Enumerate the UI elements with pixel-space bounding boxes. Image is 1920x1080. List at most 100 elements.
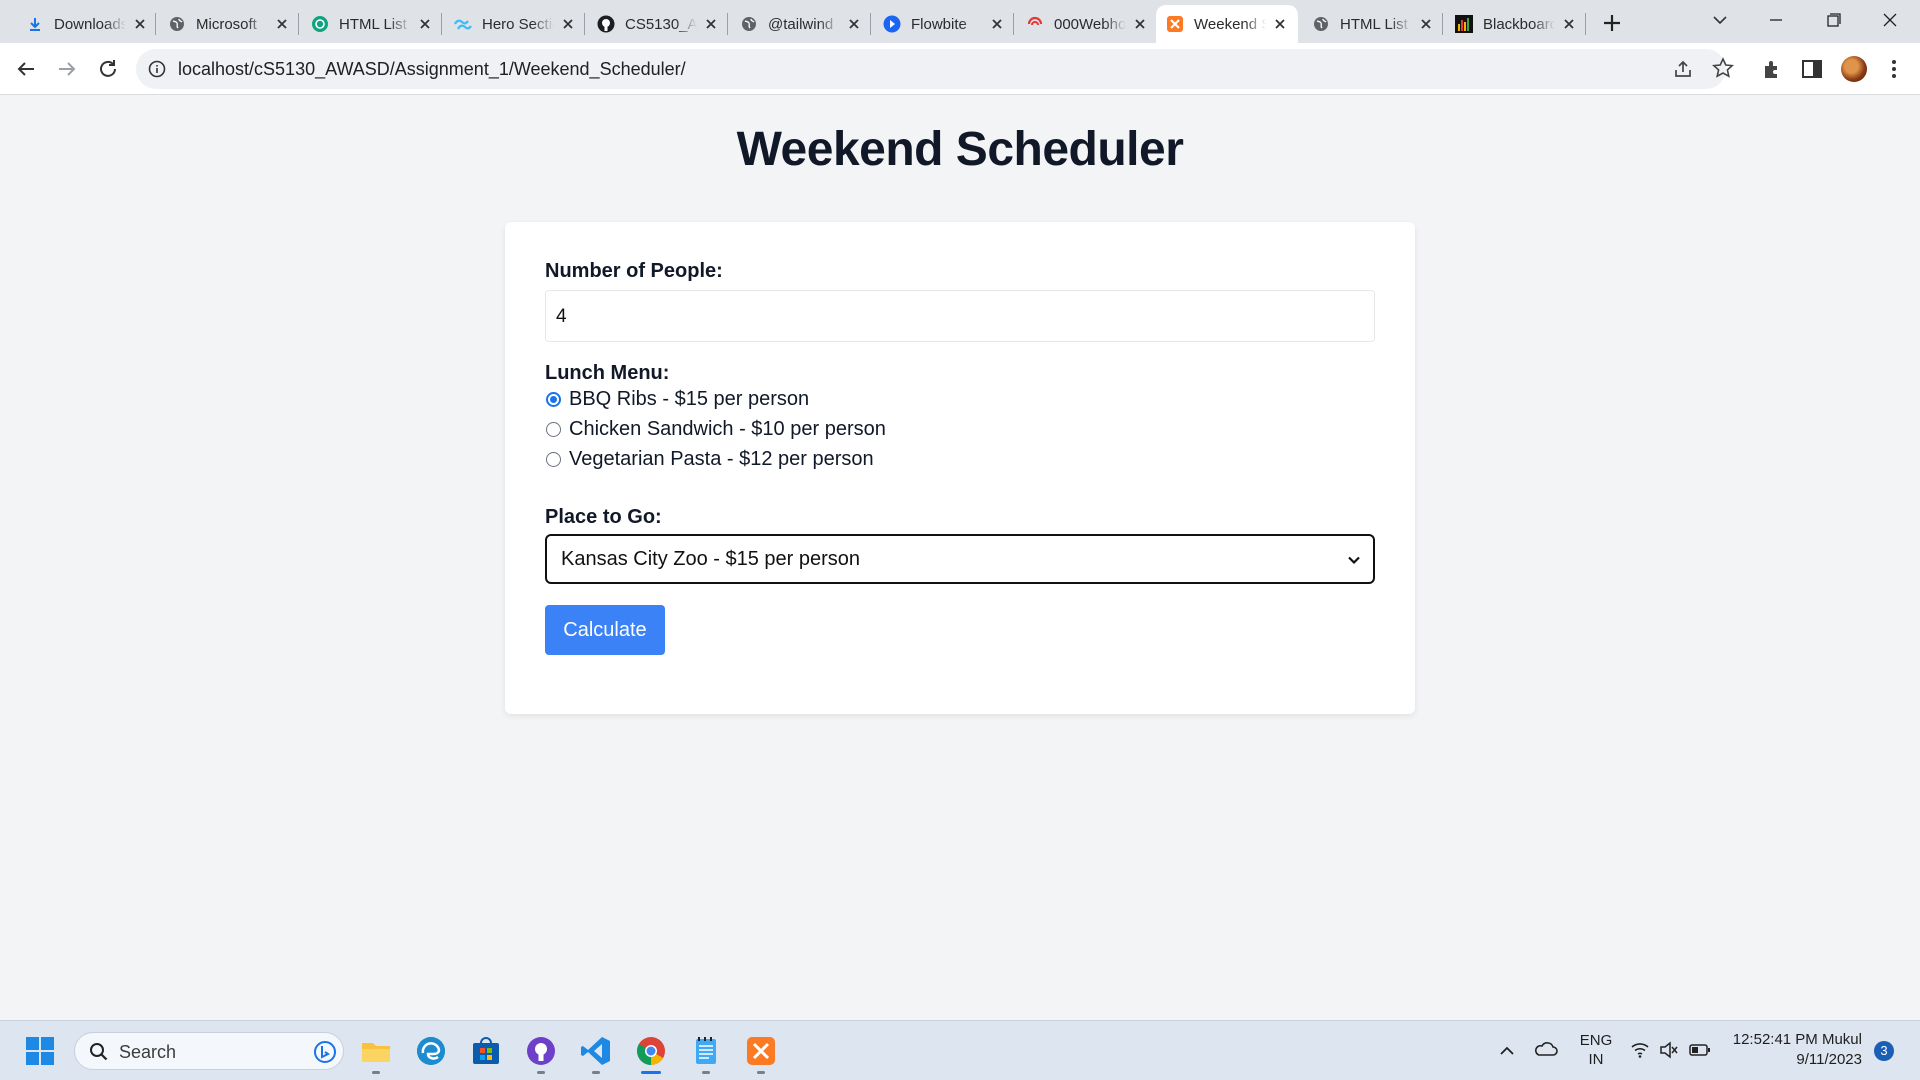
number-of-people-input[interactable]: 4 (545, 290, 1375, 342)
language-code: ENG (1579, 1032, 1613, 1049)
close-tab-icon[interactable] (417, 16, 433, 32)
close-tab-icon[interactable] (703, 16, 719, 32)
volume-muted-icon[interactable] (1659, 1041, 1679, 1059)
tab-title: Downloads (54, 15, 126, 33)
globe-icon (168, 15, 186, 33)
tab-weekend-scheduler[interactable]: Weekend Scheduler (1156, 5, 1298, 43)
tab-title: 000Webhost (1054, 15, 1126, 33)
onedrive-cloud-icon[interactable] (1534, 1039, 1558, 1059)
tab-tailwind[interactable]: @tailwind (730, 5, 872, 43)
address-bar[interactable]: localhost/cS5130_AWASD/Assignment_1/Week… (136, 49, 1734, 89)
close-tab-icon[interactable] (1132, 16, 1148, 32)
page-viewport: Weekend Scheduler Number of People: 4 Lu… (0, 96, 1920, 1020)
flowbite-icon (883, 15, 901, 33)
close-tab-icon[interactable] (274, 16, 290, 32)
radio-bbq-ribs[interactable] (546, 391, 561, 407)
taskbar-search[interactable]: Search (74, 1032, 344, 1070)
radio-vegetarian-pasta[interactable] (546, 451, 561, 467)
more-menu-icon[interactable] (1882, 57, 1906, 81)
tab-separator (441, 13, 442, 35)
share-icon[interactable] (1672, 58, 1694, 80)
chevron-down-icon (1348, 556, 1360, 565)
reload-icon[interactable] (96, 57, 120, 81)
tab-title: CS5130_AWASD (625, 15, 697, 33)
new-tab-icon[interactable] (1598, 9, 1626, 37)
tab-blackboard[interactable]: Blackboard (1445, 5, 1587, 43)
profile-avatar[interactable] (1841, 56, 1867, 82)
tab-search-chevron-icon[interactable] (1706, 8, 1734, 32)
webhost-icon (1026, 15, 1044, 33)
running-indicator (702, 1071, 710, 1074)
close-tab-icon[interactable] (989, 16, 1005, 32)
close-window-icon[interactable] (1876, 8, 1904, 32)
battery-icon[interactable] (1689, 1041, 1711, 1059)
search-icon (90, 1043, 108, 1061)
people-label: Number of People: (545, 260, 723, 282)
lunch-option-bbq-ribs[interactable]: BBQ Ribs - $15 per person (545, 386, 809, 412)
system-clock[interactable]: 12:52:41 PM Mukul 9/11/2023 (1733, 1030, 1862, 1070)
tab-flowbite[interactable]: Flowbite (873, 5, 1015, 43)
chevron-up-icon[interactable] (1498, 1042, 1516, 1060)
place-select[interactable]: Kansas City Zoo - $15 per person (545, 534, 1375, 584)
site-info-icon[interactable] (148, 60, 166, 78)
side-panel-icon[interactable] (1800, 57, 1824, 81)
tab-separator (870, 13, 871, 35)
place-selected-value: Kansas City Zoo - $15 per person (561, 547, 861, 570)
lunch-option-label: BBQ Ribs - $15 per person (569, 387, 810, 410)
close-tab-icon[interactable] (1272, 16, 1288, 32)
tailwind-icon (454, 15, 472, 33)
windows-start-icon[interactable] (24, 1035, 56, 1067)
windows-taskbar: Search ENG IN 12:52:41 PM Mukul 9/11/202… (0, 1020, 1920, 1080)
tab-separator (727, 13, 728, 35)
close-tab-icon[interactable] (1561, 16, 1577, 32)
close-tab-icon[interactable] (846, 16, 862, 32)
back-arrow-icon[interactable] (14, 57, 38, 81)
notepad-icon[interactable] (690, 1035, 722, 1067)
chrome-icon[interactable] (635, 1035, 667, 1067)
minimize-icon[interactable] (1762, 8, 1790, 32)
download-icon (26, 15, 44, 33)
bookmark-star-icon[interactable] (1712, 57, 1734, 79)
place-label: Place to Go: (545, 506, 662, 528)
scheduler-form-card: Number of People: 4 Lunch Menu: BBQ Ribs… (505, 222, 1415, 714)
region-code: IN (1588, 1051, 1604, 1068)
tab-html-list[interactable]: HTML List (301, 5, 443, 43)
tab-html-list-2[interactable]: HTML List (1302, 5, 1444, 43)
forward-arrow-icon[interactable] (55, 57, 79, 81)
clock-time: 12:52:41 PM Mukul (1732, 1031, 1862, 1048)
lunch-option-chicken-sandwich[interactable]: Chicken Sandwich - $10 per person (545, 416, 886, 442)
tab-downloads[interactable]: Downloads (16, 5, 158, 43)
wifi-icon[interactable] (1630, 1041, 1650, 1059)
close-tab-icon[interactable] (560, 16, 576, 32)
file-explorer-icon[interactable] (360, 1035, 392, 1067)
github-desktop-icon[interactable] (525, 1035, 557, 1067)
tab-webhost[interactable]: 000Webhost (1016, 5, 1158, 43)
vscode-icon[interactable] (580, 1035, 612, 1067)
radio-chicken-sandwich[interactable] (546, 421, 561, 437)
edge-browser-icon[interactable] (415, 1035, 447, 1067)
chatgpt-icon (311, 15, 329, 33)
extensions-puzzle-icon[interactable] (1760, 57, 1784, 81)
lunch-option-vegetarian-pasta[interactable]: Vegetarian Pasta - $12 per person (545, 446, 874, 472)
tab-hero-section[interactable]: Hero Section (444, 5, 586, 43)
language-indicator[interactable]: ENG IN (1578, 1031, 1614, 1069)
calculate-button[interactable]: Calculate (545, 605, 665, 655)
tab-separator (298, 13, 299, 35)
tab-separator (1013, 13, 1014, 35)
tab-title: HTML List (1340, 15, 1408, 33)
tab-microsoft[interactable]: Microsoft (158, 5, 300, 43)
active-indicator (641, 1071, 661, 1074)
xampp-icon[interactable] (745, 1035, 777, 1067)
microsoft-store-icon[interactable] (470, 1035, 502, 1067)
url-text: localhost/cS5130_AWASD/Assignment_1/Week… (178, 59, 686, 79)
tab-github[interactable]: CS5130_AWASD (587, 5, 729, 43)
xampp-icon (1166, 15, 1184, 33)
bing-icon[interactable] (313, 1040, 337, 1064)
close-tab-icon[interactable] (1418, 16, 1434, 32)
restore-icon[interactable] (1819, 8, 1847, 32)
notification-badge[interactable]: 3 (1874, 1041, 1894, 1061)
tab-separator (584, 13, 585, 35)
tab-separator (155, 13, 156, 35)
close-tab-icon[interactable] (132, 16, 148, 32)
browser-toolbar: localhost/cS5130_AWASD/Assignment_1/Week… (0, 43, 1920, 95)
